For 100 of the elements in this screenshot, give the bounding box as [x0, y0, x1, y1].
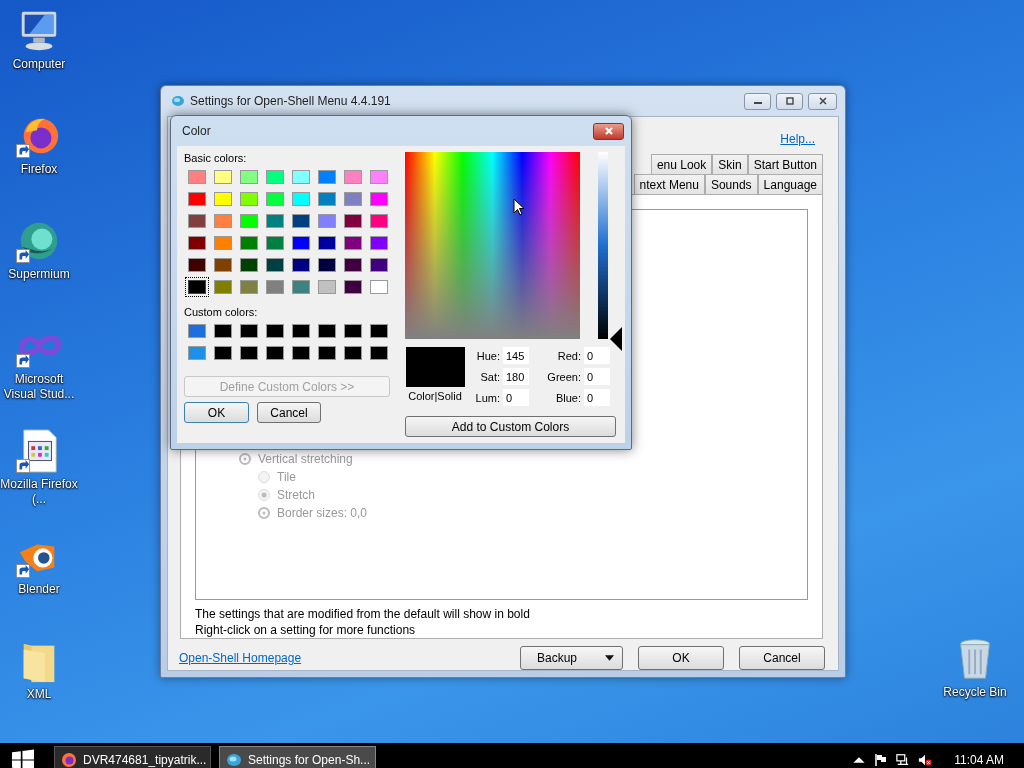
- desktop-shortcut[interactable]: Recycle Bin: [936, 636, 1014, 741]
- color-swatch[interactable]: [370, 258, 388, 272]
- color-swatch[interactable]: [344, 258, 362, 272]
- color-swatch[interactable]: [240, 236, 258, 250]
- color-swatch[interactable]: [370, 280, 388, 294]
- clock[interactable]: 11:04 AM: [954, 752, 1004, 767]
- color-swatch[interactable]: [240, 346, 258, 360]
- color-swatch[interactable]: [214, 258, 232, 272]
- input-field[interactable]: 145: [503, 347, 529, 364]
- color-swatch[interactable]: [292, 280, 310, 294]
- desktop-shortcut[interactable]: Supermium: [0, 218, 78, 323]
- color-swatch[interactable]: [370, 346, 388, 360]
- color-swatch[interactable]: [188, 346, 206, 360]
- color-swatch[interactable]: [344, 236, 362, 250]
- taskbar-button[interactable]: DVR474681_tipyatrik...: [54, 746, 211, 768]
- color-swatch[interactable]: [344, 170, 362, 184]
- color-swatch[interactable]: [214, 324, 232, 338]
- color-swatch[interactable]: [370, 214, 388, 228]
- tab[interactable]: Language: [757, 174, 823, 194]
- color-swatch[interactable]: [318, 214, 336, 228]
- close-button[interactable]: [808, 92, 837, 110]
- color-swatch[interactable]: [214, 280, 232, 294]
- color-swatch[interactable]: [214, 214, 232, 228]
- tab[interactable]: Sounds: [704, 174, 758, 194]
- input-field[interactable]: 0: [584, 389, 610, 406]
- color-swatch[interactable]: [318, 170, 336, 184]
- color-swatch[interactable]: [344, 192, 362, 206]
- color-swatch[interactable]: [292, 346, 310, 360]
- color-swatch[interactable]: [214, 346, 232, 360]
- help-link[interactable]: Help...: [780, 132, 815, 154]
- color-swatch[interactable]: [370, 324, 388, 338]
- slider-arrow[interactable]: [610, 327, 622, 351]
- color-swatch[interactable]: [188, 236, 206, 250]
- color-swatch[interactable]: [266, 214, 284, 228]
- color-swatch[interactable]: [214, 236, 232, 250]
- add-custom-color-button[interactable]: Add to Custom Colors: [405, 416, 616, 437]
- desktop-shortcut[interactable]: Microsoft Visual Stud...: [0, 323, 78, 428]
- color-swatch[interactable]: [292, 258, 310, 272]
- tab[interactable]: Skin: [712, 154, 748, 174]
- desktop-shortcut[interactable]: Blender: [0, 533, 78, 638]
- color-swatch[interactable]: [344, 324, 362, 338]
- color-swatch[interactable]: [214, 192, 232, 206]
- desktop-shortcut[interactable]: Computer: [0, 8, 78, 113]
- cancel-button[interactable]: Cancel: [257, 402, 321, 423]
- tab[interactable]: ntext Menu: [633, 174, 705, 194]
- color-swatch[interactable]: [266, 236, 284, 250]
- desktop-shortcut[interactable]: Mozilla Firefox (...: [0, 428, 78, 533]
- flag-icon[interactable]: [874, 752, 889, 767]
- color-swatch[interactable]: [292, 236, 310, 250]
- color-swatch[interactable]: [292, 324, 310, 338]
- color-swatch[interactable]: [240, 214, 258, 228]
- color-swatch[interactable]: [318, 258, 336, 272]
- color-swatch[interactable]: [188, 324, 206, 338]
- network-icon[interactable]: [896, 752, 911, 767]
- color-swatch[interactable]: [266, 280, 284, 294]
- color-swatch[interactable]: [292, 192, 310, 206]
- color-swatch[interactable]: [240, 192, 258, 206]
- dropdown-button[interactable]: Backup: [520, 646, 623, 670]
- color-swatch[interactable]: [240, 324, 258, 338]
- color-swatch[interactable]: [292, 214, 310, 228]
- color-swatch[interactable]: [188, 214, 206, 228]
- taskbar-button[interactable]: Settings for Open-Sh...: [219, 746, 376, 768]
- color-swatch[interactable]: [318, 346, 336, 360]
- homepage-link[interactable]: Open-Shell Homepage: [179, 651, 302, 665]
- color-swatch[interactable]: [266, 170, 284, 184]
- input-field[interactable]: 180: [503, 368, 529, 385]
- color-swatch[interactable]: [370, 170, 388, 184]
- dialog-button[interactable]: Cancel: [739, 646, 825, 670]
- color-swatch[interactable]: [318, 192, 336, 206]
- color-spectrum[interactable]: [405, 152, 580, 339]
- maximize-button[interactable]: [776, 92, 803, 110]
- color-swatch[interactable]: [214, 170, 232, 184]
- input-field[interactable]: 0: [584, 368, 610, 385]
- color-swatch[interactable]: [318, 324, 336, 338]
- color-swatch[interactable]: [318, 280, 336, 294]
- color-swatch[interactable]: [188, 192, 206, 206]
- input-field[interactable]: 0: [584, 347, 610, 364]
- color-swatch[interactable]: [240, 258, 258, 272]
- color-swatch[interactable]: [266, 346, 284, 360]
- close-button[interactable]: [593, 122, 624, 140]
- color-swatch[interactable]: [188, 280, 206, 294]
- color-swatch[interactable]: [318, 236, 336, 250]
- minimize-button[interactable]: [744, 92, 771, 110]
- color-swatch[interactable]: [344, 214, 362, 228]
- tab[interactable]: enu Look: [650, 154, 713, 174]
- color-swatch[interactable]: [266, 324, 284, 338]
- ok-button[interactable]: OK: [184, 402, 249, 423]
- color-swatch[interactable]: [266, 192, 284, 206]
- color-swatch[interactable]: [266, 258, 284, 272]
- color-swatch[interactable]: [344, 280, 362, 294]
- input-field[interactable]: 0: [503, 389, 529, 406]
- color-swatch[interactable]: [240, 280, 258, 294]
- tab[interactable]: Start Button: [747, 154, 823, 174]
- color-swatch[interactable]: [240, 170, 258, 184]
- dialog-button[interactable]: OK: [638, 646, 724, 670]
- color-swatch[interactable]: [292, 170, 310, 184]
- color-swatch[interactable]: [344, 346, 362, 360]
- desktop-shortcut[interactable]: Firefox: [0, 113, 78, 218]
- color-swatch[interactable]: [188, 170, 206, 184]
- color-swatch[interactable]: [370, 192, 388, 206]
